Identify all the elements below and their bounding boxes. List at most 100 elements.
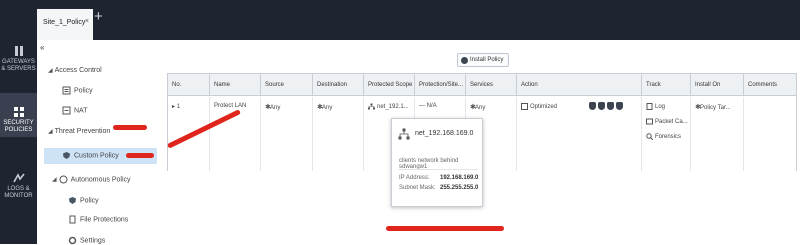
tab-site-1-policy[interactable]: Site_1_Policy × <box>37 9 93 40</box>
destination-value: Any <box>322 105 333 111</box>
policies-grid-icon <box>13 107 24 117</box>
tree-label: Autonomous Policy <box>70 176 131 184</box>
source-value: Any <box>270 105 281 111</box>
magnifier-icon <box>646 133 653 141</box>
tree-item-access-control[interactable]: ◢ Access Control <box>48 67 102 74</box>
tree-label: Settings <box>80 237 106 245</box>
install-policy-button[interactable]: Install Policy <box>457 53 509 67</box>
action-blade-icons <box>589 102 625 110</box>
tree-item-file-protections[interactable]: File Protections <box>68 215 128 224</box>
threat-emulation-icon <box>616 102 623 110</box>
annotation-mark-threat-prevention <box>113 125 147 130</box>
cell-source[interactable]: ✱Any <box>261 97 313 171</box>
rail-label-line-2: MONITOR <box>4 193 33 199</box>
tree-label: File Protections <box>80 216 129 224</box>
column-header-services[interactable]: Services <box>466 74 517 96</box>
tree-item-autonomous-sub-policy[interactable]: Policy <box>68 196 99 205</box>
network-icon <box>398 128 410 140</box>
tooltip-mask-value: 255.255.255.0 <box>440 185 479 191</box>
close-icon[interactable]: × <box>85 18 89 25</box>
cell-comments[interactable] <box>744 97 796 171</box>
chevron-down-icon: ◢ <box>48 129 53 135</box>
rail-label-line-1: LOGS & <box>7 186 30 192</box>
tree-item-threat-prevention[interactable]: ◢ Threat Prevention <box>48 128 110 135</box>
services-value: Any <box>475 105 486 111</box>
column-header-destination[interactable]: Destination <box>313 74 364 96</box>
cell-action[interactable]: Optimized <box>517 97 642 171</box>
tree-label: Policy <box>80 197 99 205</box>
cell-destination[interactable]: ✱Any <box>313 97 364 171</box>
left-navigation-rail: GATEWAYS & SERVERS SECURITY POLICIES LOG… <box>0 40 37 244</box>
dash-icon: — <box>419 103 427 109</box>
policy-icon <box>69 197 76 204</box>
cell-track[interactable]: Log Packet Ca... Forensics <box>642 97 691 171</box>
action-value: Optimized <box>530 104 558 111</box>
tooltip-mask-label: Subnet Mask: <box>399 185 436 191</box>
rail-label-line-2: POLICIES <box>4 127 33 133</box>
tooltip-title: net_192.168.169.0 <box>415 130 474 137</box>
chevron-down-icon: ◢ <box>48 68 53 74</box>
column-header-source[interactable]: Source <box>261 74 313 96</box>
tree-label: Access Control <box>54 67 102 74</box>
column-header-action[interactable]: Action <box>517 74 642 96</box>
protected-scope-value: net_192.1... <box>377 104 409 111</box>
column-header-track[interactable]: Track <box>642 74 691 96</box>
packet-capture-icon <box>646 118 653 125</box>
tree-label: NAT <box>74 107 88 115</box>
track-packet-capture: Packet Ca... <box>646 118 690 125</box>
autonomous-icon <box>59 175 68 184</box>
tree-label: Policy <box>74 87 93 95</box>
track-log: Log <box>646 103 690 110</box>
tab-label: Site_1_Policy <box>43 19 86 26</box>
annotation-mark-tooltip-underline <box>386 226 504 231</box>
policy-icon <box>62 86 71 95</box>
anti-virus-icon <box>607 102 614 110</box>
profile-icon <box>521 103 528 110</box>
tree-item-policy[interactable]: Policy <box>62 86 93 95</box>
column-header-protected-scope[interactable]: Protected Scope <box>364 74 415 96</box>
tree-item-nat[interactable]: NAT <box>62 106 87 115</box>
shield-policy-icon <box>63 152 70 159</box>
rail-item-security-policies[interactable]: SECURITY POLICIES <box>0 93 37 137</box>
file-icon <box>69 215 76 224</box>
nat-icon <box>62 106 71 115</box>
cell-install-on[interactable]: ✱Policy Tar... <box>691 97 744 171</box>
install-policy-label: Install Policy <box>470 57 504 63</box>
tree-item-autonomous-policy[interactable]: ◢ Autonomous Policy <box>52 175 131 184</box>
add-tab-icon[interactable]: + <box>94 9 103 24</box>
network-object-tooltip: net_192.168.169.0 clients network behind… <box>391 118 483 207</box>
track-log-label: Log <box>655 104 666 111</box>
rail-item-gateways-servers[interactable]: GATEWAYS & SERVERS <box>0 42 37 86</box>
collapse-sidebar-icon[interactable]: « <box>40 43 44 52</box>
rail-item-logs-monitor[interactable]: LOGS & MONITOR <box>0 169 37 213</box>
servers-icon <box>14 46 23 56</box>
track-forensics: Forensics <box>646 133 690 140</box>
track-packet-label: Packet Ca... <box>655 119 688 126</box>
tree-label: Custom Policy <box>74 152 119 160</box>
tooltip-ip-value: 192.168.169.0 <box>440 175 479 181</box>
tooltip-ip-label: IP Address: <box>399 175 430 181</box>
tooltip-divider <box>398 169 478 170</box>
monitor-icon <box>12 173 25 183</box>
rail-label-line-1: SECURITY <box>3 120 34 126</box>
rail-label-line-1: GATEWAYS <box>2 59 35 65</box>
column-header-name[interactable]: Name <box>210 74 261 96</box>
track-forensics-label: Forensics <box>655 134 682 141</box>
chevron-down-icon: ◢ <box>52 177 57 184</box>
log-icon <box>646 103 653 110</box>
network-icon <box>368 103 375 110</box>
column-header-install-on[interactable]: Install On <box>691 74 744 96</box>
rail-label-line-2: & SERVERS <box>1 66 36 72</box>
rule-number: 1 <box>176 104 181 110</box>
column-header-protection-site[interactable]: Protection/Site... <box>415 74 466 96</box>
protection-site-value: N/A <box>426 103 437 109</box>
install-on-value: Policy Tar... <box>700 105 731 111</box>
anti-bot-icon <box>598 102 605 110</box>
column-header-comments[interactable]: Comments <box>744 74 796 96</box>
column-header-no[interactable]: No. <box>168 74 210 96</box>
annotation-mark-custom-policy <box>126 153 154 158</box>
ips-icon <box>589 102 596 110</box>
cell-name[interactable]: Protect LAN <box>210 97 261 171</box>
table-header: No. Name Source Destination Protected Sc… <box>168 74 796 96</box>
top-tab-bar: Site_1_Policy × + <box>0 0 800 40</box>
